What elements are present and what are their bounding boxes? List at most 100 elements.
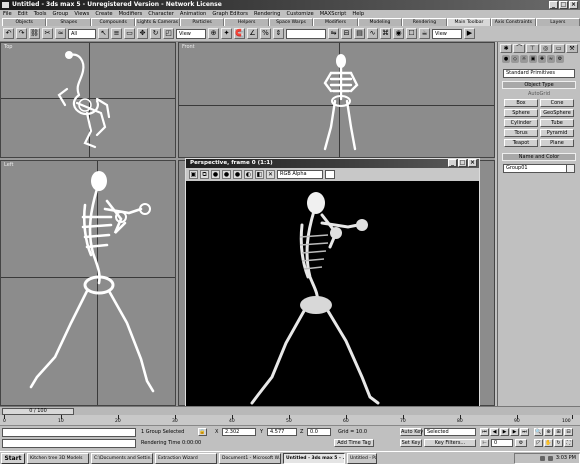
render-minimize-button[interactable]: _	[448, 159, 457, 167]
object-name-field[interactable]: Group01	[503, 164, 575, 173]
render-scene-icon[interactable]: ☐	[406, 28, 417, 39]
layer-manager-icon[interactable]: ▤	[354, 28, 365, 39]
curve-editor-icon[interactable]: ∿	[367, 28, 378, 39]
viewport-front[interactable]: Front	[178, 42, 495, 158]
helpers-icon[interactable]: ✚	[538, 55, 546, 63]
track-bar[interactable]: 0 10 20 30 40 50 60 70 80 90 100	[0, 415, 580, 426]
tube-button[interactable]: Tube	[540, 119, 574, 127]
menu-maxscript[interactable]: MAXScript	[320, 10, 347, 18]
sphere-button[interactable]: Sphere	[504, 109, 538, 117]
cylinder-button[interactable]: Cylinder	[504, 119, 538, 127]
motion-tab-icon[interactable]: ◎	[539, 44, 552, 53]
pyramid-button[interactable]: Pyramid	[540, 129, 574, 137]
quick-render-active-icon[interactable]: ▶	[464, 28, 475, 39]
angle-snap-icon[interactable]: ∠	[247, 28, 258, 39]
tab-shapes[interactable]: Shapes	[46, 18, 91, 26]
go-to-end-icon[interactable]: ⏭	[520, 428, 529, 436]
lights-icon[interactable]: ☼	[520, 55, 528, 63]
utilities-tab-icon[interactable]: ⚒	[565, 44, 579, 53]
red-channel-icon[interactable]: ●	[211, 170, 220, 179]
start-button[interactable]: Start	[1, 452, 25, 464]
taskbar-item[interactable]: Document1 - Microsoft W...	[219, 452, 281, 464]
go-to-start-icon[interactable]: ⏮	[480, 428, 489, 436]
link-icon[interactable]: ⛓	[29, 28, 40, 39]
cone-button[interactable]: Cone	[540, 99, 574, 107]
bind-space-warp-icon[interactable]: ≈	[55, 28, 66, 39]
render-frame-window[interactable]: Perspective, frame 0 (1:1) _ □ × ▣ ⧉ ● ●…	[185, 158, 480, 408]
torus-button[interactable]: Torus	[504, 129, 538, 137]
minimize-button[interactable]: _	[549, 1, 558, 9]
menu-modifiers[interactable]: Modifiers	[119, 10, 143, 18]
save-bitmap-icon[interactable]: ▣	[189, 170, 198, 179]
viewport-left[interactable]: Left	[0, 160, 176, 406]
unlink-icon[interactable]: ✂	[42, 28, 53, 39]
taskbar-item[interactable]: Extraction Wizard	[155, 452, 217, 464]
object-color-swatch[interactable]	[566, 165, 574, 172]
pivot-center-icon[interactable]: ⊕	[208, 28, 219, 39]
z-coord-field[interactable]: 0.0	[307, 428, 331, 436]
tab-layers[interactable]: Layers	[535, 18, 580, 26]
tab-compounds[interactable]: Compounds	[90, 18, 136, 26]
render-window-title-bar[interactable]: Perspective, frame 0 (1:1) _ □ ×	[186, 159, 479, 168]
y-coord-field[interactable]: 4.577	[267, 428, 297, 436]
geosphere-button[interactable]: GeoSphere	[540, 109, 574, 117]
tab-lights-cameras[interactable]: Lights & Cameras	[135, 18, 180, 26]
tab-modifiers[interactable]: Modifiers	[313, 18, 358, 26]
select-rotate-icon[interactable]: ↻	[150, 28, 161, 39]
monochrome-icon[interactable]: ◧	[255, 170, 264, 179]
menu-group[interactable]: Group	[53, 10, 69, 18]
zoom-all-icon[interactable]: ⊕	[544, 428, 553, 436]
select-manipulate-icon[interactable]: ✦	[221, 28, 232, 39]
space-warps-icon[interactable]: ≈	[547, 55, 555, 63]
time-slider[interactable]: 0 / 100	[2, 408, 74, 415]
teapot-button[interactable]: Teapot	[504, 139, 538, 147]
redo-icon[interactable]: ↷	[16, 28, 27, 39]
color-swatch[interactable]	[325, 170, 335, 179]
menu-graph-editors[interactable]: Graph Editors	[212, 10, 248, 18]
channel-dropdown[interactable]: RGB Alpha	[277, 170, 323, 179]
viewport-top[interactable]: Top	[0, 42, 176, 158]
time-configuration-icon[interactable]: ⚙	[515, 439, 527, 447]
tab-modeling[interactable]: Modeling	[357, 18, 403, 26]
menu-help[interactable]: Help	[352, 10, 364, 18]
time-slider-track[interactable]: 0 / 100	[0, 406, 580, 415]
object-type-rollout[interactable]: Object Type	[502, 81, 576, 89]
spinner-snap-icon[interactable]: ⇕	[273, 28, 284, 39]
next-frame-icon[interactable]: ▶	[510, 428, 519, 436]
cameras-icon[interactable]: ▣	[529, 55, 537, 63]
undo-icon[interactable]: ↶	[3, 28, 14, 39]
render-maximize-button[interactable]: □	[458, 159, 467, 167]
menu-file[interactable]: File	[3, 10, 12, 18]
tray-volume-icon[interactable]	[547, 455, 553, 461]
region-select-icon[interactable]: ▭	[124, 28, 135, 39]
maximize-button[interactable]: □	[559, 1, 568, 9]
zoom-icon[interactable]: 🔍	[534, 428, 543, 436]
add-time-tag-button[interactable]: Add Time Tag	[334, 439, 374, 447]
select-move-icon[interactable]: ✥	[137, 28, 148, 39]
tray-network-icon[interactable]	[539, 455, 545, 461]
key-mode-toggle-icon[interactable]: ⊢	[480, 439, 489, 447]
alpha-channel-icon[interactable]: ◐	[244, 170, 253, 179]
set-key-button[interactable]: Set Key	[400, 439, 422, 447]
render-type-dropdown[interactable]: View	[432, 28, 462, 39]
named-selection-sets-dropdown[interactable]	[286, 28, 326, 39]
geometry-icon[interactable]: ●	[502, 55, 510, 63]
maximize-viewport-icon[interactable]: ⛶	[564, 439, 573, 447]
menu-animation[interactable]: Animation	[180, 10, 206, 18]
selection-filter-dropdown[interactable]: All	[68, 28, 96, 39]
tab-main-toolbar[interactable]: Main Toolbar	[446, 18, 492, 26]
menu-customize[interactable]: Customize	[286, 10, 313, 18]
systems-icon[interactable]: ⚙	[556, 55, 564, 63]
align-icon[interactable]: ⊟	[341, 28, 352, 39]
taskbar-item[interactable]: Kitchen tree 3D Models	[27, 452, 89, 464]
maxscript-output-field[interactable]	[2, 439, 136, 448]
tab-objects[interactable]: Objects	[2, 18, 47, 26]
shapes-icon[interactable]: ◇	[511, 55, 519, 63]
box-button[interactable]: Box	[504, 99, 538, 107]
material-editor-icon[interactable]: ◉	[393, 28, 404, 39]
tab-helpers[interactable]: Helpers	[224, 18, 269, 26]
key-filters-button[interactable]: Key Filters...	[424, 439, 476, 447]
snap-toggle-icon[interactable]: 🧲	[234, 28, 245, 39]
schematic-view-icon[interactable]: ⌘	[380, 28, 391, 39]
menu-create[interactable]: Create	[95, 10, 112, 18]
